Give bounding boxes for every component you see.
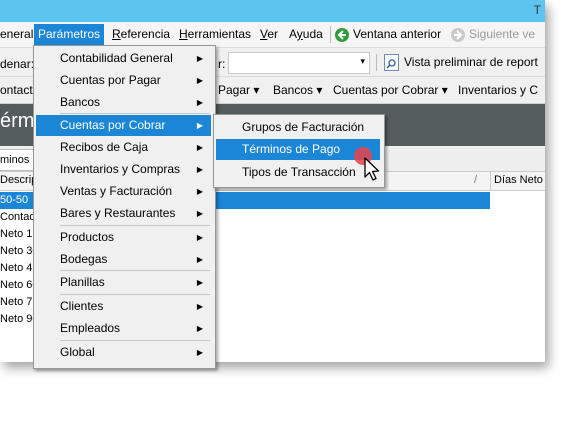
menu-item-label: Ventas y Facturación [60,184,173,198]
submenu-arrow-icon: ▶ [196,233,203,242]
menu-item-label: Planillas [60,275,105,289]
module-pagar[interactable]: Pagar ▾ [216,82,261,99]
menu-referencia[interactable]: Referencia [110,26,172,43]
column-description[interactable]: Descrip [0,174,37,186]
submenu-arrow-icon: ▶ [196,187,203,196]
submenu-arrow-icon: ▶ [196,255,203,264]
menu-item-planillas[interactable]: Planillas ▶ [36,272,211,293]
toolbar-separator [376,54,377,71]
submenu-arrow-icon: ▶ [196,98,203,107]
menu-herramientas[interactable]: Herramientas [177,26,253,43]
menu-item-label: Empleados [60,321,121,335]
menu-item-label: Global [60,345,95,359]
toolbar-label-left: denar: [0,57,35,71]
submenu-arrow-icon: ▶ [196,143,203,152]
chevron-down-icon: ▾ [360,56,365,66]
menu-item-cuentas-por-cobrar[interactable]: Cuentas por Cobrar ▶ [36,115,211,136]
submenu-arrow-icon: ▶ [196,324,203,333]
menu-item-label: Cuentas por Cobrar [60,118,166,132]
menu-item-label: Clientes [60,299,104,313]
module-cuentas-cobrar[interactable]: Cuentas por Cobrar ▾ [331,82,450,99]
submenu-arrow-icon: ▶ [196,278,203,287]
title-bar: T [0,0,545,22]
submenu-arrow-icon: ▶ [196,302,203,311]
submenu-arrow-icon: ▶ [196,121,203,130]
menu-item-ventas-y-facturación[interactable]: Ventas y Facturación ▶ [36,181,211,202]
submenu-arrow-icon: ▶ [196,76,203,85]
submenu-arrow-icon: ▶ [196,209,203,218]
menu-item-label: Productos [60,230,115,244]
menu-parametros[interactable]: Parámetros [34,24,105,45]
menu-item-inventarios-y-compras[interactable]: Inventarios y Compras ▶ [36,159,211,180]
submenu-arrow-icon: ▶ [196,348,203,357]
toolbar-label-r: r: [218,57,226,71]
toolbar-dropdown[interactable]: ▾ [228,52,370,74]
submenu-item-label: Grupos de Facturación [242,120,365,134]
menu-separator [330,26,331,43]
menu-item-clientes[interactable]: Clientes ▶ [36,296,211,317]
module-inventarios[interactable]: Inventarios y C [456,82,540,99]
menu-item-label: Recibos de Caja [60,140,149,154]
menu-item-bancos[interactable]: Bancos ▶ [36,92,211,113]
menu-item-label: Bares y Restaurantes [60,206,176,220]
menu-separator [60,225,210,226]
module-bancos[interactable]: Bancos ▾ [271,82,324,99]
menu-separator [60,270,210,271]
menu-general[interactable]: eneral [0,26,35,43]
menu-item-label: Cuentas por Pagar [60,73,161,87]
print-preview-icon [384,54,399,71]
menu-separator [60,294,210,295]
column-divider [490,172,491,190]
menu-item-bares-y-restaurantes[interactable]: Bares y Restaurantes ▶ [36,203,211,224]
back-arrow-icon [335,28,349,42]
sort-icon: / [474,174,478,186]
tab-terminos[interactable]: minos [0,149,35,171]
submenu-item-0[interactable]: Grupos de Facturación [216,117,380,138]
menu-item-label: Contabilidad General [60,51,173,65]
menu-item-empleados[interactable]: Empleados ▶ [36,318,211,339]
menu-item-bodegas[interactable]: Bodegas ▶ [36,249,211,270]
menu-item-global[interactable]: Global ▶ [36,342,211,363]
title-fragment: T [533,3,541,17]
menu-item-recibos-de-caja[interactable]: Recibos de Caja ▶ [36,137,211,158]
parametros-menu: Contabilidad General ▶ Cuentas por Pagar ▶ B… [33,45,216,369]
forward-window-button[interactable]: Siguiente ve [467,26,537,43]
menu-ver[interactable]: Ver [258,26,280,43]
menu-item-cuentas-por-pagar[interactable]: Cuentas por Pagar ▶ [36,70,211,91]
menu-item-label: Inventarios y Compras [60,162,181,176]
submenu-arrow-icon: ▶ [196,165,203,174]
submenu-arrow-icon: ▶ [196,54,203,63]
column-dias-neto[interactable]: Días Neto [494,174,543,186]
back-window-button[interactable]: Ventana anterior [351,26,443,43]
forward-arrow-icon [451,28,465,42]
mouse-cursor-icon [351,146,381,185]
menu-item-contabilidad-general[interactable]: Contabilidad General ▶ [36,48,211,69]
menu-separator [60,340,210,341]
menu-item-label: Bancos [60,95,101,109]
menu-ayuda[interactable]: Ayuda [287,26,325,43]
menu-item-productos[interactable]: Productos ▶ [36,227,211,248]
menu-item-label: Bodegas [60,252,108,266]
submenu-item-label: Tipos de Transacción [242,165,356,179]
print-preview-button[interactable]: Vista preliminar de report [402,54,540,71]
submenu-item-label: Términos de Pago [242,142,341,156]
menu-separator [60,113,210,114]
